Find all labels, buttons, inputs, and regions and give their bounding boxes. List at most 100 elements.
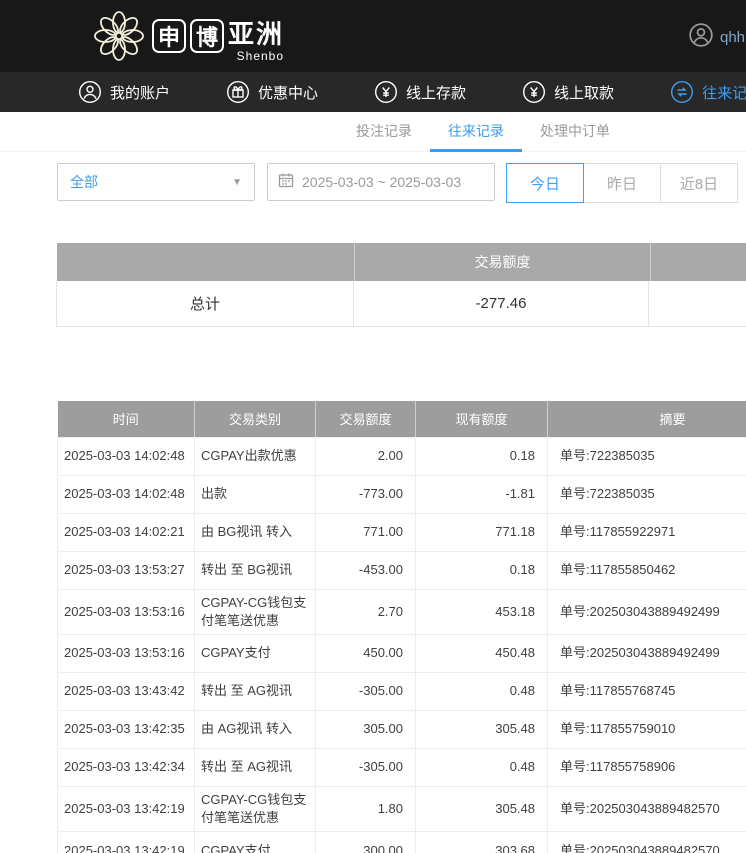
logo-subtitle-text: Shenbo xyxy=(228,49,284,63)
nav-item-online-withdrawal[interactable]: 线上取款 xyxy=(522,80,614,104)
time-cell: 2025-03-03 13:42:19 xyxy=(58,832,195,853)
records-table: 时间交易类别交易额度现有额度摘要 2025-03-03 14:02:48CGPA… xyxy=(57,401,746,853)
balance-cell: -1.81 xyxy=(416,475,548,513)
date-range-value: 2025-03-03 ~ 2025-03-03 xyxy=(302,174,461,190)
table-row: 2025-03-03 13:42:19CGPAY-CG钱包支付笔笔送优惠1.80… xyxy=(58,786,746,831)
summary-total-value: -277.46 xyxy=(353,281,649,327)
summary-cell: 单号:117855850462 xyxy=(548,551,746,589)
table-row: 2025-03-03 13:53:27转出 至 BG视讯-453.000.18单… xyxy=(58,551,746,589)
user-icon xyxy=(78,80,102,104)
quick-date-buttons: 今日 昨日 近8日 xyxy=(507,163,738,203)
table-row: 2025-03-03 14:02:21由 BG视讯 转入771.00771.18… xyxy=(58,513,746,551)
summary-cell: 单号:117855768745 xyxy=(548,672,746,710)
amount-cell: 771.00 xyxy=(316,513,416,551)
tab-transfer-records[interactable]: 往来记录 xyxy=(430,112,522,152)
nav-item-transfer-records[interactable]: 往来记录 xyxy=(670,80,746,104)
nav-item-label: 往来记录 xyxy=(702,82,746,103)
summary-total-extra xyxy=(648,281,746,327)
nav-item-my-account[interactable]: 我的账户 xyxy=(78,80,170,104)
logo-region-text: 亚洲 xyxy=(228,14,284,51)
record-tabs: 投注记录 往来记录 处理中订单 xyxy=(0,112,746,152)
type-cell: 出款 xyxy=(195,475,316,513)
time-cell: 2025-03-03 13:42:34 xyxy=(58,748,195,786)
summary-cell: 单号:202503043889482570 xyxy=(548,832,746,853)
balance-cell: 0.48 xyxy=(416,748,548,786)
balance-cell: 0.18 xyxy=(416,437,548,475)
time-cell: 2025-03-03 13:53:16 xyxy=(58,634,195,672)
summary-header-amount: 交易额度 xyxy=(355,243,651,281)
top-header: 申 博 亚洲 Shenbo qhh xyxy=(0,0,746,72)
type-select[interactable]: 全部 ▼ xyxy=(57,163,255,201)
user-avatar-icon[interactable] xyxy=(688,22,714,53)
deposit-coin-icon xyxy=(374,80,398,104)
amount-cell: -305.00 xyxy=(316,748,416,786)
type-cell: CGPAY支付 xyxy=(195,634,316,672)
balance-cell: 0.18 xyxy=(416,551,548,589)
table-row: 2025-03-03 14:02:48CGPAY出款优惠2.000.18单号:7… xyxy=(58,437,746,475)
logo-char-bo: 博 xyxy=(190,19,224,53)
table-row: 2025-03-03 13:43:42转出 至 AG视讯-305.000.48单… xyxy=(58,672,746,710)
amount-cell: 2.70 xyxy=(316,589,416,634)
time-cell: 2025-03-03 13:42:19 xyxy=(58,786,195,831)
records-header-row: 时间交易类别交易额度现有额度摘要 xyxy=(58,401,746,437)
type-select-value: 全部 xyxy=(70,172,98,192)
column-header: 摘要 xyxy=(548,401,746,437)
user-account-area[interactable]: qhh xyxy=(688,22,745,53)
username-text[interactable]: qhh xyxy=(720,29,745,46)
type-cell: CGPAY支付 xyxy=(195,832,316,853)
time-cell: 2025-03-03 13:42:35 xyxy=(58,710,195,748)
table-row: 2025-03-03 13:53:16CGPAY-CG钱包支付笔笔送优惠2.70… xyxy=(58,589,746,634)
table-row: 2025-03-03 14:02:48出款-773.00-1.81单号:7223… xyxy=(58,475,746,513)
withdraw-coin-icon xyxy=(522,80,546,104)
time-cell: 2025-03-03 13:53:16 xyxy=(58,589,195,634)
nav-item-online-deposit[interactable]: 线上存款 xyxy=(374,80,466,104)
today-button[interactable]: 今日 xyxy=(506,163,584,203)
nav-item-promotions[interactable]: 优惠中心 xyxy=(226,80,318,104)
amount-cell: 450.00 xyxy=(316,634,416,672)
summary-total-label: 总计 xyxy=(56,281,354,327)
time-cell: 2025-03-03 13:43:42 xyxy=(58,672,195,710)
balance-cell: 305.48 xyxy=(416,710,548,748)
type-cell: 由 AG视讯 转入 xyxy=(195,710,316,748)
type-cell: 转出 至 AG视讯 xyxy=(195,748,316,786)
nav-item-label: 优惠中心 xyxy=(258,82,318,103)
balance-cell: 305.48 xyxy=(416,786,548,831)
nav-item-label: 线上取款 xyxy=(554,82,614,103)
type-cell: 转出 至 AG视讯 xyxy=(195,672,316,710)
main-navigation: 我的账户 优惠中心 线上存款 xyxy=(0,72,746,112)
flower-logo-icon xyxy=(92,9,146,68)
balance-cell: 303.68 xyxy=(416,832,548,853)
time-cell: 2025-03-03 14:02:48 xyxy=(58,437,195,475)
amount-cell: -773.00 xyxy=(316,475,416,513)
summary-header-extra xyxy=(651,243,746,281)
summary-cell: 单号:202503043889482570 xyxy=(548,786,746,831)
amount-cell: 1.80 xyxy=(316,786,416,831)
type-cell: CGPAY出款优惠 xyxy=(195,437,316,475)
time-cell: 2025-03-03 13:53:27 xyxy=(58,551,195,589)
transfer-records-icon xyxy=(670,80,694,104)
summary-cell: 单号:202503043889492499 xyxy=(548,589,746,634)
yesterday-button[interactable]: 昨日 xyxy=(583,163,661,203)
type-cell: 由 BG视讯 转入 xyxy=(195,513,316,551)
summary-total-row: 总计 -277.46 xyxy=(57,281,746,327)
tab-pending-orders[interactable]: 处理中订单 xyxy=(522,112,628,152)
last-8-days-button[interactable]: 近8日 xyxy=(660,163,738,203)
amount-cell: -453.00 xyxy=(316,551,416,589)
column-header: 交易额度 xyxy=(316,401,416,437)
time-cell: 2025-03-03 14:02:48 xyxy=(58,475,195,513)
chevron-down-icon: ▼ xyxy=(232,177,242,188)
logo-char-shen: 申 xyxy=(152,19,186,53)
tab-betting-records[interactable]: 投注记录 xyxy=(338,112,430,152)
summary-cell: 单号:722385035 xyxy=(548,475,746,513)
nav-item-label: 线上存款 xyxy=(406,82,466,103)
balance-cell: 450.48 xyxy=(416,634,548,672)
balance-cell: 453.18 xyxy=(416,589,548,634)
gift-icon xyxy=(226,80,250,104)
type-cell: CGPAY-CG钱包支付笔笔送优惠 xyxy=(195,589,316,634)
summary-header-row: 交易额度 xyxy=(57,243,746,281)
column-header: 交易类别 xyxy=(195,401,316,437)
date-range-picker[interactable]: 2025-03-03 ~ 2025-03-03 xyxy=(267,163,495,201)
records-table-body: 2025-03-03 14:02:48CGPAY出款优惠2.000.18单号:7… xyxy=(58,437,746,853)
summary-cell: 单号:117855922971 xyxy=(548,513,746,551)
table-row: 2025-03-03 13:42:34转出 至 AG视讯-305.000.48单… xyxy=(58,748,746,786)
